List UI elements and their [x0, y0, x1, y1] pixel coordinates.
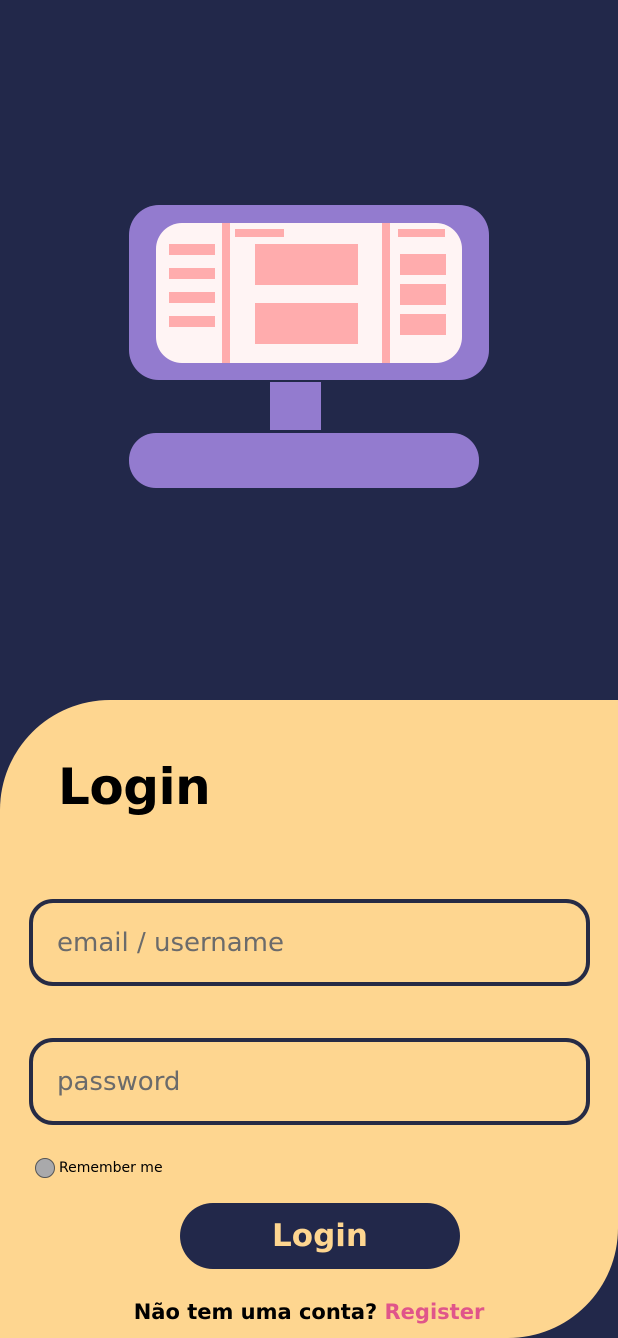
screen-left-bar — [169, 316, 215, 327]
computer-monitor-icon — [129, 205, 489, 488]
screen-right-block — [400, 254, 446, 275]
signup-prompt-text: Não tem uma conta? — [133, 1300, 378, 1324]
screen-right-block — [400, 314, 446, 335]
email-username-input[interactable] — [29, 899, 590, 986]
monitor-neck — [270, 382, 321, 430]
screen-left-bar — [169, 244, 215, 255]
login-button[interactable]: Login — [180, 1203, 460, 1269]
screen-divider-right — [382, 223, 390, 363]
screen-left-bar — [169, 268, 215, 279]
screen-divider-left — [222, 223, 230, 363]
password-input[interactable] — [29, 1038, 590, 1125]
screen-content-block — [255, 303, 358, 344]
remember-me-option[interactable]: Remember me — [35, 1157, 163, 1179]
signup-prompt: Não tem uma conta? Register — [0, 1296, 618, 1328]
screen-content-block — [255, 244, 358, 285]
page-title: Login — [58, 758, 211, 816]
screen-right-header — [398, 229, 445, 237]
register-link[interactable]: Register — [385, 1300, 485, 1324]
remember-me-label: Remember me — [59, 1160, 163, 1176]
hero-illustration — [0, 0, 618, 700]
remember-me-radio[interactable] — [35, 1158, 55, 1178]
screen-header-bar — [235, 229, 284, 237]
screen-left-bar — [169, 292, 215, 303]
screen-right-block — [400, 284, 446, 305]
monitor-base — [129, 433, 479, 488]
